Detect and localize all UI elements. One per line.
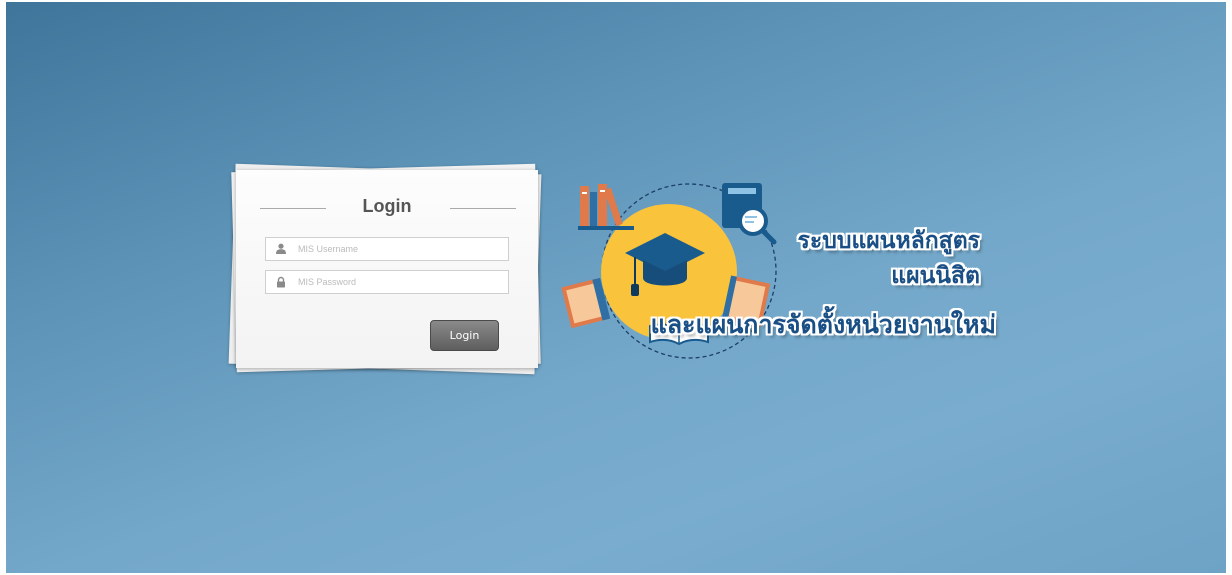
- password-field[interactable]: [265, 270, 509, 294]
- page-background: Login Login: [6, 2, 1226, 573]
- lock-icon: [277, 276, 285, 288]
- logo-line-1: ระบบแผนหลักสูตร: [797, 228, 980, 254]
- login-header: Login: [236, 196, 538, 220]
- user-icon: [276, 243, 286, 254]
- username-field[interactable]: [265, 237, 509, 261]
- logo-line-3: และแผนการจัดตั้งหน่วยงานใหม่: [650, 310, 996, 339]
- system-logo: ระบบแผนหลักสูตร แผนนิสิต และแผนการจัดตั้…: [558, 174, 998, 369]
- login-button[interactable]: Login: [430, 320, 499, 351]
- magnifier-icon: [738, 206, 777, 245]
- login-title: Login: [362, 196, 412, 216]
- login-card: Login Login: [236, 170, 538, 368]
- divider-right: [450, 208, 516, 209]
- password-input[interactable]: [298, 271, 498, 293]
- logo-line-2: แผนนิสิต: [891, 263, 980, 289]
- username-input[interactable]: [298, 238, 498, 260]
